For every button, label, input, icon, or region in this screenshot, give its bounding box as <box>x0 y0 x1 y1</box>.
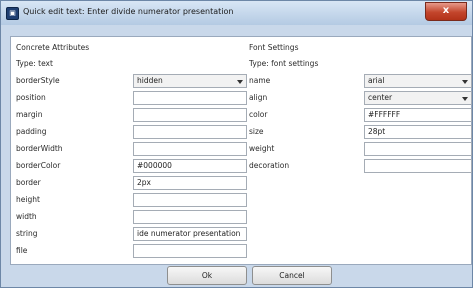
title-bar[interactable]: ▣ Quick edit text: Enter divide numerato… <box>1 1 472 25</box>
ok-button[interactable]: Ok <box>167 266 247 285</box>
padding-field[interactable] <box>133 125 247 139</box>
font-align-value: center <box>368 93 393 102</box>
label-height: height <box>16 195 40 204</box>
label-borderStyle: borderStyle <box>16 76 60 85</box>
label-size: size <box>249 127 264 136</box>
borderColor-field[interactable]: #000000 <box>133 159 247 173</box>
file-field[interactable] <box>133 244 247 258</box>
border-field[interactable]: 2px <box>133 176 247 190</box>
label-color: color <box>249 110 268 119</box>
attributes-panel: Concrete Attributes Type: text borderSty… <box>10 36 472 265</box>
label-borderColor: borderColor <box>16 161 61 170</box>
label-weight: weight <box>249 144 275 153</box>
borderStyle-dropdown[interactable]: hidden <box>133 74 247 88</box>
font-type-label: Type: font settings <box>249 59 319 68</box>
height-field[interactable] <box>133 193 247 207</box>
label-string: string <box>16 229 38 238</box>
position-field[interactable] <box>133 91 247 105</box>
margin-field[interactable] <box>133 108 247 122</box>
quick-edit-dialog: ▣ Quick edit text: Enter divide numerato… <box>0 0 473 288</box>
label-file: file <box>16 246 28 255</box>
app-icon: ▣ <box>6 7 19 20</box>
label-decoration: decoration <box>249 161 290 170</box>
chevron-down-icon <box>237 80 243 84</box>
font-size-field[interactable]: 28pt <box>364 125 472 139</box>
borderStyle-value: hidden <box>137 76 163 85</box>
chevron-down-icon <box>462 97 468 101</box>
close-icon[interactable]: x <box>425 2 467 21</box>
font-align-dropdown[interactable]: center <box>364 91 472 105</box>
label-padding: padding <box>16 127 47 136</box>
font-name-dropdown[interactable]: arial <box>364 74 472 88</box>
cancel-button[interactable]: Cancel <box>252 266 332 285</box>
font-name-value: arial <box>368 76 385 85</box>
label-border: border <box>16 178 41 187</box>
label-position: position <box>16 93 46 102</box>
string-field[interactable]: ide numerator presentation <box>133 227 247 241</box>
concrete-type-label: Type: text <box>16 59 53 68</box>
label-align: align <box>249 93 268 102</box>
label-borderWidth: borderWidth <box>16 144 63 153</box>
concrete-attributes-heading: Concrete Attributes <box>16 43 90 52</box>
label-margin: margin <box>16 110 43 119</box>
label-width: width <box>16 212 37 221</box>
font-decoration-field[interactable] <box>364 159 472 173</box>
label-name: name <box>249 76 271 85</box>
font-weight-field[interactable] <box>364 142 472 156</box>
font-settings-heading: Font Settings <box>249 43 299 52</box>
borderWidth-field[interactable] <box>133 142 247 156</box>
window-title: Quick edit text: Enter divide numerator … <box>23 7 234 16</box>
font-color-field[interactable]: #FFFFFF <box>364 108 472 122</box>
chevron-down-icon <box>462 80 468 84</box>
width-field[interactable] <box>133 210 247 224</box>
